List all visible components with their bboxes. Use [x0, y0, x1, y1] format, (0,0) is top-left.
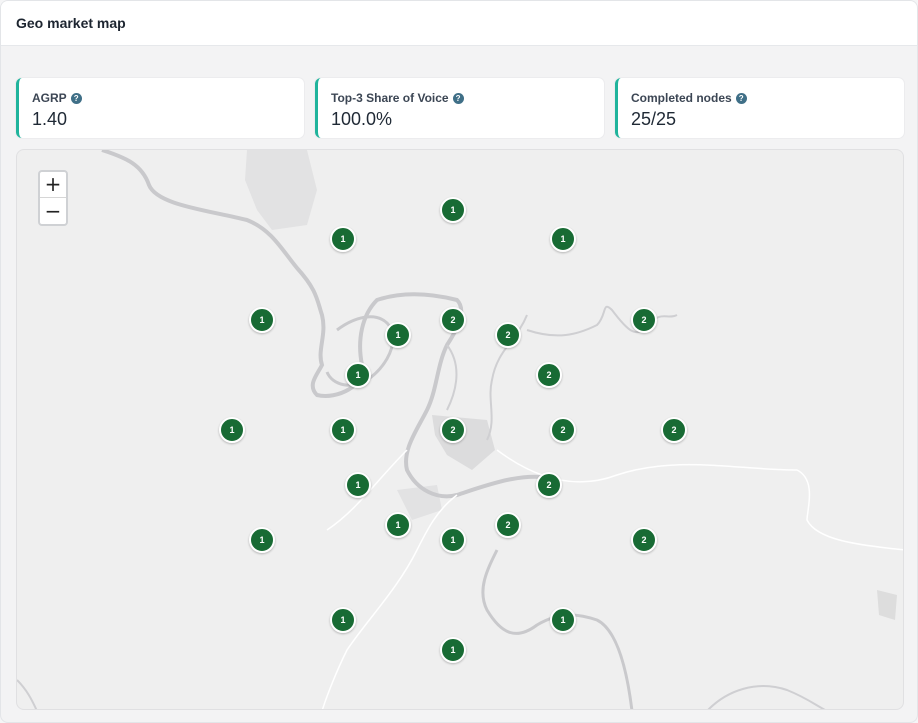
panel-header: Geo market map: [1, 1, 917, 46]
map-marker[interactable]: 1: [440, 637, 466, 663]
kpi-value: 100.0%: [331, 109, 393, 129]
kpi-label: AGRP ?: [32, 91, 82, 105]
geo-market-map-panel: Geo market map AGRP ? 1.40 Top-3 Share o…: [0, 0, 918, 723]
help-icon[interactable]: ?: [70, 92, 82, 104]
help-icon[interactable]: ?: [735, 92, 747, 104]
zoom-in-button[interactable]: +: [40, 172, 66, 198]
map-marker[interactable]: 2: [661, 417, 687, 443]
kpi-label-text: Completed nodes: [631, 91, 732, 105]
map-marker[interactable]: 1: [385, 512, 411, 538]
map-marker[interactable]: 2: [440, 307, 466, 333]
zoom-out-button[interactable]: −: [40, 199, 66, 225]
kpi-label-text: AGRP: [32, 91, 67, 105]
map-marker[interactable]: 1: [249, 527, 275, 553]
map-marker[interactable]: 1: [330, 417, 356, 443]
river: [446, 344, 458, 411]
map-marker[interactable]: 1: [249, 307, 275, 333]
map-marker[interactable]: 1: [550, 607, 576, 633]
kpi-label-text: Top-3 Share of Voice: [331, 91, 449, 105]
map-marker[interactable]: 1: [345, 472, 371, 498]
map-marker[interactable]: 2: [536, 362, 562, 388]
map-marker[interactable]: 1: [440, 527, 466, 553]
map-marker[interactable]: 1: [330, 607, 356, 633]
help-icon[interactable]: ?: [452, 92, 464, 104]
map-marker[interactable]: 2: [495, 512, 521, 538]
map-marker[interactable]: 1: [550, 226, 576, 252]
road: [496, 449, 903, 551]
map-marker[interactable]: 1: [440, 197, 466, 223]
river: [707, 685, 826, 709]
map-marker[interactable]: 1: [330, 226, 356, 252]
map-marker[interactable]: 1: [219, 417, 245, 443]
river: [17, 679, 38, 709]
map-marker[interactable]: 1: [385, 322, 411, 348]
map-marker[interactable]: 2: [631, 307, 657, 333]
urban-area: [245, 150, 317, 230]
kpi-label: Completed nodes ?: [631, 91, 747, 105]
kpi-value: 25/25: [631, 109, 677, 129]
map-marker[interactable]: 2: [550, 417, 576, 443]
kpi-card-top3-share-of-voice: Top-3 Share of Voice ? 100.0%: [315, 78, 604, 138]
kpi-value: 1.40: [32, 109, 68, 129]
kpi-card-agrp: AGRP ? 1.40: [16, 78, 304, 138]
map-marker[interactable]: 2: [495, 322, 521, 348]
map-canvas[interactable]: + − 1 1 1 1 2 2 1 2 1 2 1 1 2 2 2 1 2 1 …: [16, 149, 904, 710]
map-marker[interactable]: 2: [631, 527, 657, 553]
map-marker[interactable]: 1: [345, 362, 371, 388]
urban-area: [877, 590, 897, 620]
map-marker[interactable]: 2: [536, 472, 562, 498]
panel-title: Geo market map: [16, 15, 126, 31]
zoom-control: + −: [38, 170, 68, 226]
kpi-card-completed-nodes: Completed nodes ? 25/25: [615, 78, 904, 138]
map-marker[interactable]: 2: [440, 417, 466, 443]
kpi-label: Top-3 Share of Voice ?: [331, 91, 464, 105]
